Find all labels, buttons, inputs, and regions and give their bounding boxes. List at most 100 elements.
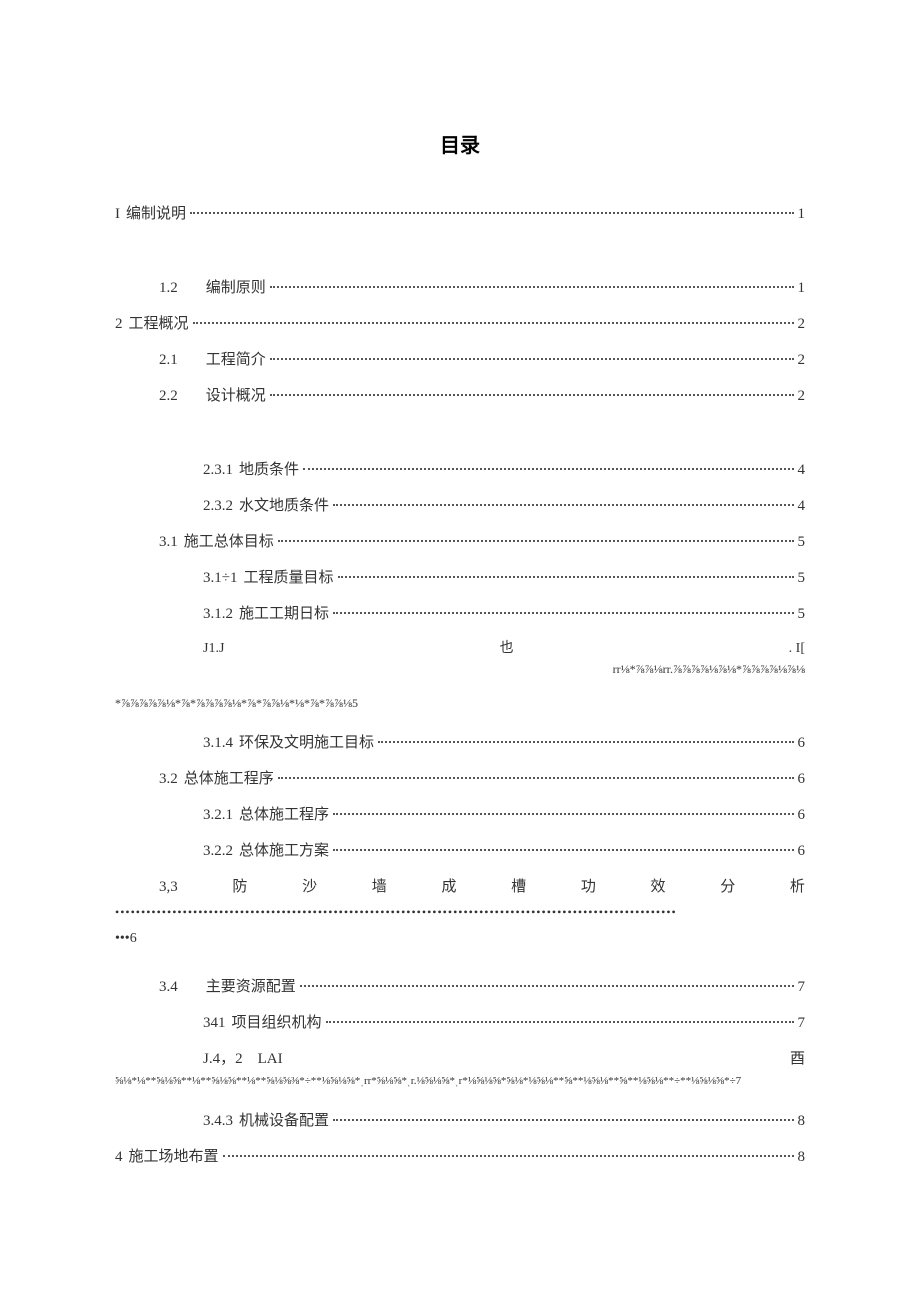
- toc-entry-spaced: 3,3防沙墙成槽功效分析: [115, 875, 805, 899]
- toc-number: 2.3.2: [203, 494, 233, 518]
- garbled-text: J1.J: [203, 638, 224, 660]
- toc-page: 5: [798, 530, 806, 554]
- toc-entry: 341 项目组织机构 7: [115, 1011, 805, 1035]
- garbled-text: 也: [500, 638, 514, 660]
- toc-leader: [303, 468, 793, 470]
- toc-label: 编制说明: [126, 202, 186, 226]
- garbled-text: 酉: [790, 1047, 805, 1071]
- toc-leader: [278, 540, 794, 542]
- toc-page: 4: [798, 458, 806, 482]
- toc-leader: [278, 777, 794, 779]
- toc-entry: 3.2.1总体施工程序 6: [115, 803, 805, 827]
- toc-entry: 3.2.2总体施工方案 6: [115, 839, 805, 863]
- toc-entry: 3.4.3机械设备配置 8: [115, 1109, 805, 1133]
- garbled-text: . I[: [789, 638, 805, 660]
- toc-label-char: 分: [720, 875, 735, 899]
- toc-page: 7: [798, 975, 806, 999]
- toc-leader: ••••••••••••••••••••••••••••••••••••••••…: [115, 903, 805, 922]
- toc-label: 主要资源配置: [206, 975, 296, 999]
- toc-page: 2: [798, 384, 806, 408]
- toc-entry: 2工程概况2: [115, 312, 805, 336]
- toc-label: 工程质量目标: [243, 566, 333, 590]
- toc-leader: [270, 394, 794, 396]
- toc-page: 1: [798, 276, 806, 300]
- document-title: 目录: [115, 130, 805, 162]
- toc-label-char: 墙: [372, 875, 387, 899]
- toc-page: 6: [798, 803, 806, 827]
- toc-entry: 2.1工程简介2: [115, 348, 805, 372]
- toc-label-char: 效: [651, 875, 666, 899]
- toc-label-char: 功: [581, 875, 596, 899]
- toc-number: I: [115, 202, 120, 226]
- toc-leader: [378, 741, 793, 743]
- garbled-text: J.4，2 LAI: [203, 1047, 283, 1071]
- garbled-line: rr⅛*⅞⅞⅛rr.⅞⅞⅞⅞⅛⅞⅛*⅞⅞⅞⅞⅛⅞⅛: [115, 660, 805, 679]
- toc-label-char: 沙: [302, 875, 317, 899]
- toc-label: 水文地质条件: [239, 494, 329, 518]
- toc-page: 8: [798, 1145, 806, 1169]
- toc-page: 5: [798, 602, 806, 626]
- toc-number: 3.4.3: [203, 1109, 233, 1133]
- toc-page: 7: [798, 1011, 806, 1035]
- toc-label-char: 槽: [511, 875, 526, 899]
- garbled-entry: J1.J 也 . I[rr⅛*⅞⅞⅛rr.⅞⅞⅞⅞⅛⅞⅛*⅞⅞⅞⅞⅛⅞⅛: [115, 638, 805, 680]
- toc-entry: 2.3.2水文地质条件4: [115, 494, 805, 518]
- toc-leader: [270, 358, 794, 360]
- toc-leader: [333, 504, 793, 506]
- garbled-line: *⅞⅞⅞⅞⅞⅛*⅞*⅞⅞⅞⅞⅛*⅞*⅞⅞⅛*⅛*⅞*⅞⅞⅛5: [115, 694, 805, 713]
- toc-number: 3.2: [159, 767, 178, 791]
- garbled-line: J1.J 也 . I[: [115, 638, 805, 660]
- toc-label: 设计概况: [206, 384, 266, 408]
- toc-leader: [223, 1155, 794, 1157]
- toc-number: 341: [203, 1011, 226, 1035]
- toc-page: 8: [798, 1109, 806, 1133]
- toc-label: 机械设备配置: [239, 1109, 329, 1133]
- toc-entry: 2.2 设计概况 2: [115, 384, 805, 408]
- toc-label: 总体施工程序: [239, 803, 329, 827]
- toc-leader: [300, 985, 794, 987]
- toc-entry: 2.3.1地质条件 4: [115, 458, 805, 482]
- toc-entry: I编制说明 1: [115, 202, 805, 226]
- toc-number: 1.2: [159, 276, 178, 300]
- toc-label: 总体施工方案: [239, 839, 329, 863]
- toc-page: 1: [798, 202, 806, 226]
- toc-label: 施工总体目标: [184, 530, 274, 554]
- toc-number: 3.4: [159, 975, 178, 999]
- toc-number: 2.2: [159, 384, 178, 408]
- toc-entry: 3.1.2施工工期日标5: [115, 602, 805, 626]
- toc-label: 工程概况: [129, 312, 189, 336]
- garbled-line: ⅝⅛*⅛**⅝⅛⅝**⅛**⅝⅛⅝**⅛**⅝⅛⅝⅜*÷**⅛⅝⅛⅝*ˌrr*⅝…: [115, 1073, 805, 1091]
- toc-entry: 3.1 施工总体目标 5: [115, 530, 805, 554]
- toc-label: 项目组织机构: [232, 1011, 322, 1035]
- toc-number: 3.1: [159, 530, 178, 554]
- table-of-contents: I编制说明 1 1.2 编制原则 1 2工程概况2 2.1 工程简介 2 2.2 设计概况 2 2.3.…: [115, 202, 805, 1169]
- toc-label: 总体施工程序: [184, 767, 274, 791]
- toc-number: 4: [115, 1145, 123, 1169]
- toc-number: 3.1.4: [203, 731, 233, 755]
- toc-leader: [333, 849, 793, 851]
- toc-number: 3,3: [159, 875, 178, 899]
- toc-number: 3.1.2: [203, 602, 233, 626]
- toc-page: 2: [798, 312, 806, 336]
- toc-label: 工程简介: [206, 348, 266, 372]
- toc-leader: [193, 322, 794, 324]
- toc-label: 地质条件: [239, 458, 299, 482]
- toc-number: 2.1: [159, 348, 178, 372]
- toc-leader: [190, 212, 793, 214]
- toc-leader: [270, 286, 794, 288]
- toc-leader: [333, 1119, 793, 1121]
- toc-label: 施工场地布置: [129, 1145, 219, 1169]
- toc-entry: 4施工场地布置 8: [115, 1145, 805, 1169]
- toc-number: 3.2.1: [203, 803, 233, 827]
- toc-page: 6: [798, 839, 806, 863]
- toc-page: 6: [798, 767, 806, 791]
- toc-entry: 3.1÷1工程质量目标5: [115, 566, 805, 590]
- toc-label: 编制原则: [206, 276, 266, 300]
- toc-entry: 3.1.4环保及文明施工目标6: [115, 731, 805, 755]
- toc-number: 3.2.2: [203, 839, 233, 863]
- toc-number: 2.3.1: [203, 458, 233, 482]
- toc-page: 6: [798, 731, 806, 755]
- toc-label-char: 析: [790, 875, 805, 899]
- toc-entry: 1.2 编制原则 1: [115, 276, 805, 300]
- toc-number: 2: [115, 312, 123, 336]
